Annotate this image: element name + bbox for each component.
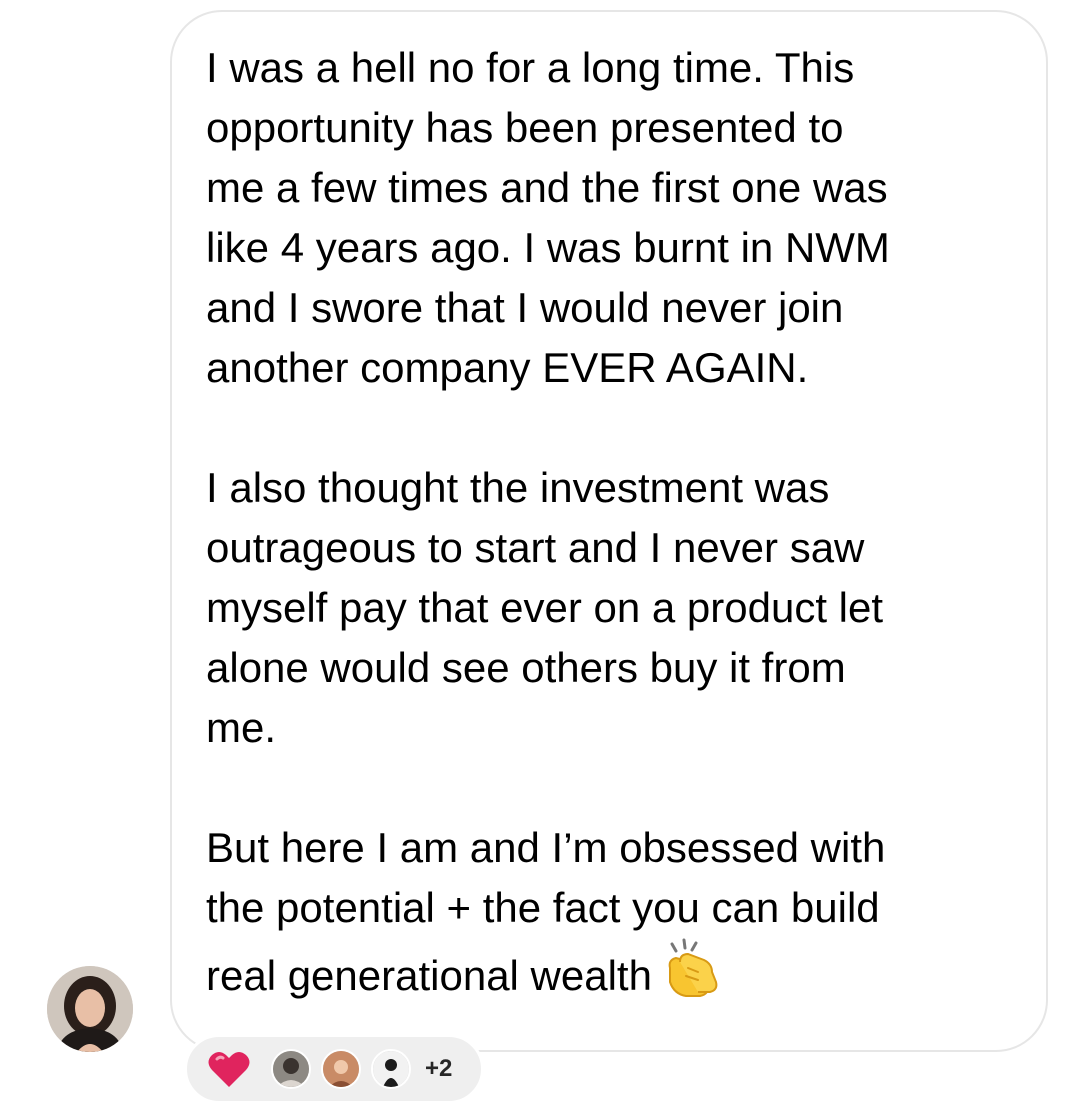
more-reactions-count: +2: [425, 1055, 453, 1082]
reactor-avatar[interactable]: [371, 1049, 411, 1089]
message-text: I was a hell no for a long time. This op…: [206, 38, 1026, 1014]
message-paragraph-text: But here I am and I’m obsessed with the …: [206, 824, 886, 999]
reactions-pill[interactable]: +2: [184, 1034, 484, 1104]
clapping-hands-icon: [658, 938, 720, 1014]
reactor-avatar[interactable]: [271, 1049, 311, 1089]
message-paragraph: I also thought the investment was outrag…: [206, 464, 884, 751]
red-heart-icon: [208, 1052, 250, 1087]
reactor-avatar[interactable]: [321, 1049, 361, 1089]
sender-avatar[interactable]: [47, 966, 133, 1052]
message-paragraph: But here I am and I’m obsessed with the …: [206, 818, 1026, 1014]
message-paragraph: I was a hell no for a long time. This op…: [206, 44, 890, 391]
